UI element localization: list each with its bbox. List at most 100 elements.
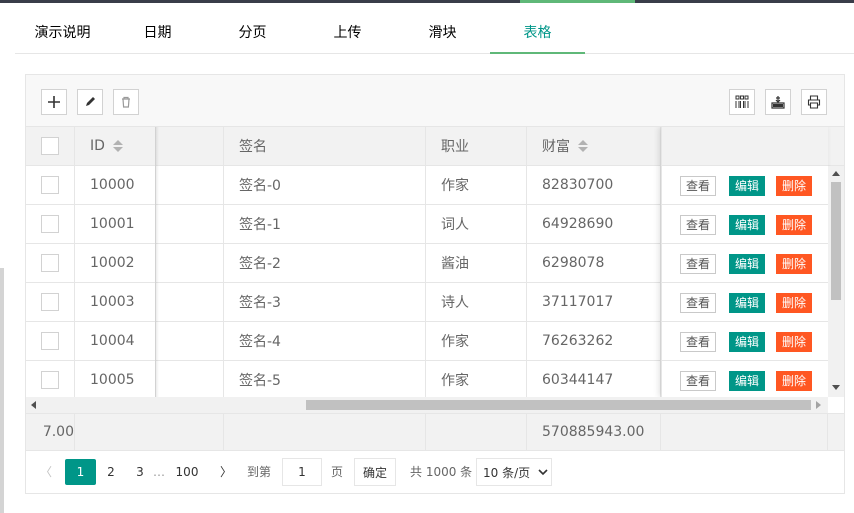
vertical-scrollbar[interactable] [828, 166, 844, 397]
row-id-cell: 10001 [75, 205, 156, 243]
columns-filter-button[interactable] [729, 89, 755, 115]
row-sign-cell: 签名-2 [224, 244, 426, 282]
view-button[interactable]: 查看 [680, 293, 717, 313]
row-id-cell: 10004 [75, 322, 156, 360]
totals-blank-cell [661, 414, 828, 450]
view-button[interactable]: 查看 [680, 254, 717, 274]
edit-icon [86, 97, 95, 106]
last-page-button[interactable]: 100 [171, 459, 203, 485]
tab-pagination[interactable]: 分页 [205, 12, 300, 54]
scroll-up-icon[interactable] [832, 171, 840, 176]
page-size-select[interactable]: 10 条/页 [476, 458, 552, 486]
header-wealth-cell[interactable]: 财富 [527, 127, 661, 165]
row-checkbox[interactable] [41, 215, 59, 233]
header-wealth-label: 财富 [542, 139, 570, 155]
vertical-scroll-thumb[interactable] [831, 182, 841, 300]
add-button[interactable] [41, 89, 67, 115]
prev-page-icon[interactable]: 〈 [36, 459, 56, 485]
row-select-cell [26, 205, 75, 243]
tab-upload[interactable]: 上传 [300, 12, 395, 54]
scroll-right-icon[interactable] [816, 401, 821, 409]
pagination: 〈 1 2 3 … 100 〉 到第 页 确定 共 1000 条 10 条/页 [26, 451, 844, 493]
delete-button[interactable] [113, 89, 139, 115]
row-sign-cell: 签名-5 [224, 361, 426, 397]
header-blank-cell [156, 127, 224, 165]
table-card: ID 签名 职业 财富 10000 签名-0 作家 82830700 10001… [25, 74, 845, 494]
horizontal-scroll-thumb[interactable] [306, 400, 811, 410]
row-job-cell: 词人 [426, 205, 527, 243]
add-icon [48, 96, 60, 108]
edit-row-button[interactable]: 编辑 [729, 371, 766, 391]
page-1-button[interactable]: 1 [65, 459, 96, 485]
header-job-label: 职业 [441, 139, 469, 155]
header-id-label: ID [90, 138, 105, 154]
sort-icon[interactable] [578, 140, 588, 152]
goto-label: 到第 [247, 465, 272, 479]
row-select-cell [26, 322, 75, 360]
scroll-left-icon[interactable] [31, 401, 36, 409]
row-checkbox[interactable] [41, 293, 59, 311]
delete-row-button[interactable]: 删除 [776, 332, 813, 352]
next-page-icon[interactable]: 〉 [216, 459, 236, 485]
goto-page-input[interactable] [282, 458, 322, 486]
row-sign-cell: 签名-3 [224, 283, 426, 321]
row-select-cell [26, 361, 75, 397]
row-job-cell: 酱油 [426, 244, 527, 282]
chevron-down-icon [538, 469, 548, 476]
row-wealth-cell: 60344147 [527, 361, 661, 397]
row-checkbox[interactable] [41, 332, 59, 350]
row-checkbox[interactable] [41, 176, 59, 194]
view-button[interactable]: 查看 [680, 332, 717, 352]
totals-row: 7.00 570885943.00 [26, 413, 844, 451]
header-id-cell[interactable]: ID [75, 127, 156, 165]
row-id-cell: 10002 [75, 244, 156, 282]
row-select-cell [26, 166, 75, 204]
edit-row-button[interactable]: 编辑 [729, 254, 766, 274]
table-grid: ID 签名 职业 财富 10000 签名-0 作家 82830700 10001… [26, 127, 844, 397]
page-suffix-label: 页 [331, 465, 344, 479]
delete-row-button[interactable]: 删除 [776, 293, 813, 313]
view-button[interactable]: 查看 [680, 215, 717, 235]
tab-table[interactable]: 表格 [490, 12, 585, 54]
row-id-cell: 10003 [75, 283, 156, 321]
delete-icon [122, 96, 130, 108]
top-bar-accent [520, 0, 635, 3]
row-checkbox[interactable] [41, 371, 59, 389]
tab-slider[interactable]: 滑块 [395, 12, 490, 54]
actions-row: 查看 编辑 删除 [662, 283, 828, 322]
row-sign-cell: 签名-4 [224, 322, 426, 360]
export-button[interactable] [765, 89, 791, 115]
actions-row: 查看 编辑 删除 [662, 322, 828, 361]
header-select-cell [26, 127, 75, 165]
view-button[interactable]: 查看 [680, 371, 717, 391]
edit-row-button[interactable]: 编辑 [729, 293, 766, 313]
edit-row-button[interactable]: 编辑 [729, 215, 766, 235]
confirm-button[interactable]: 确定 [354, 458, 397, 486]
horizontal-scrollbar[interactable] [26, 397, 828, 413]
totals-wealth-cell: 570885943.00 [527, 414, 661, 450]
delete-row-button[interactable]: 删除 [776, 215, 813, 235]
row-sign-cell: 签名-1 [224, 205, 426, 243]
select-all-checkbox[interactable] [41, 137, 59, 155]
totals-blank-cell [224, 414, 426, 450]
delete-row-button[interactable]: 删除 [776, 254, 813, 274]
actions-row: 查看 编辑 删除 [662, 205, 828, 244]
edit-button[interactable] [77, 89, 103, 115]
delete-row-button[interactable]: 删除 [776, 176, 813, 196]
page-2-button[interactable]: 2 [100, 459, 122, 485]
view-button[interactable]: 查看 [680, 176, 717, 196]
edit-row-button[interactable]: 编辑 [729, 176, 766, 196]
row-blank-cell [156, 244, 224, 282]
row-checkbox[interactable] [41, 254, 59, 272]
scroll-down-icon[interactable] [832, 385, 840, 390]
export-icon [771, 96, 785, 109]
page-scrollbar[interactable] [0, 268, 4, 513]
page-3-button[interactable]: 3 [130, 459, 150, 485]
edit-row-button[interactable]: 编辑 [729, 332, 766, 352]
tab-date[interactable]: 日期 [110, 12, 205, 54]
tab-demo[interactable]: 演示说明 [15, 12, 110, 54]
delete-row-button[interactable]: 删除 [776, 371, 813, 391]
row-select-cell [26, 283, 75, 321]
sort-icon[interactable] [112, 140, 123, 152]
print-button[interactable] [801, 89, 827, 115]
